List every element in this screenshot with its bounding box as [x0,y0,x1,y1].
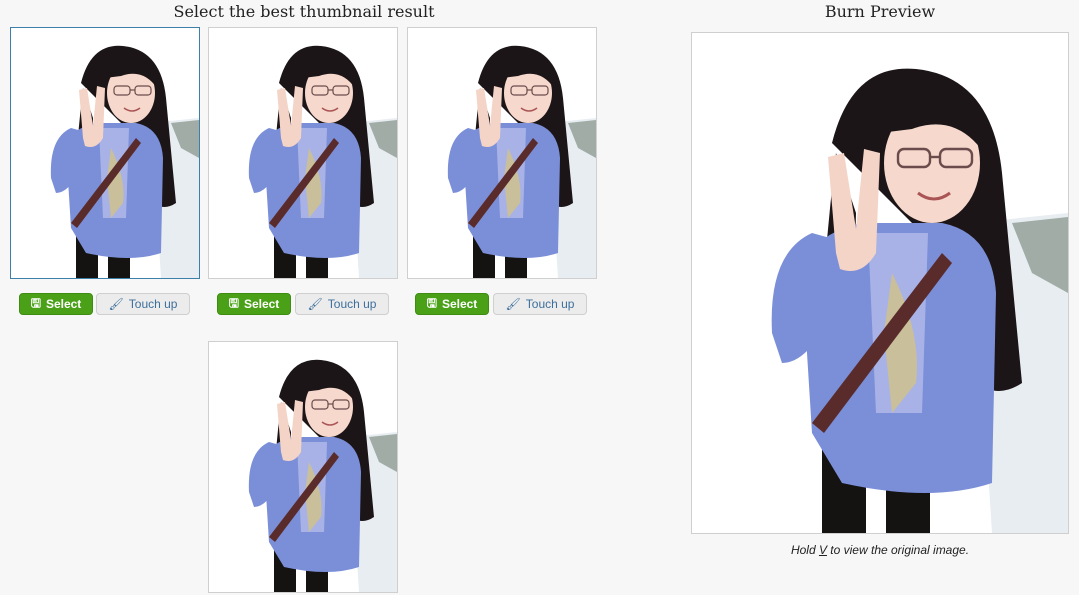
thumbnail-2-image [209,28,397,278]
preview-figure [692,33,1068,533]
hint-prefix: Hold [790,543,819,557]
brush-icon: 🖌 [307,297,323,311]
touchup-button-3[interactable]: 🖌 Touch up [493,293,587,315]
thumbnail-section-title: Select the best thumbnail result [173,2,435,21]
touchup-button-label: Touch up [525,297,575,311]
save-icon: 🖫 [228,295,239,310]
preview-hint: Hold V to view the original image. [691,543,1069,557]
thumbnail-4-image [209,342,397,592]
select-button-1[interactable]: 🖫 Select [19,293,93,315]
touchup-button-label: Touch up [128,297,178,311]
select-button-2[interactable]: 🖫 Select [217,293,291,315]
preview-section-title: Burn Preview [824,2,936,21]
save-icon: 🖫 [426,295,437,310]
save-icon: 🖫 [30,295,41,310]
select-button-label: Select [243,297,280,311]
burn-preview-image [691,32,1069,534]
thumbnail-2[interactable] [208,27,398,279]
touchup-button-2[interactable]: 🖌 Touch up [295,293,389,315]
touchup-button-1[interactable]: 🖌 Touch up [96,293,190,315]
thumbnail-3[interactable] [407,27,597,279]
select-button-label: Select [45,297,82,311]
touchup-button-label: Touch up [327,297,377,311]
thumbnail-1-image [11,28,199,278]
brush-icon: 🖌 [108,297,124,311]
hint-suffix: to view the original image. [826,543,970,557]
thumbnail-3-image [408,28,596,278]
hint-key: V [818,543,827,557]
thumbnail-4[interactable] [208,341,398,593]
thumbnail-1[interactable] [10,27,200,279]
select-button-3[interactable]: 🖫 Select [415,293,489,315]
brush-icon: 🖌 [505,297,521,311]
select-button-label: Select [441,297,478,311]
